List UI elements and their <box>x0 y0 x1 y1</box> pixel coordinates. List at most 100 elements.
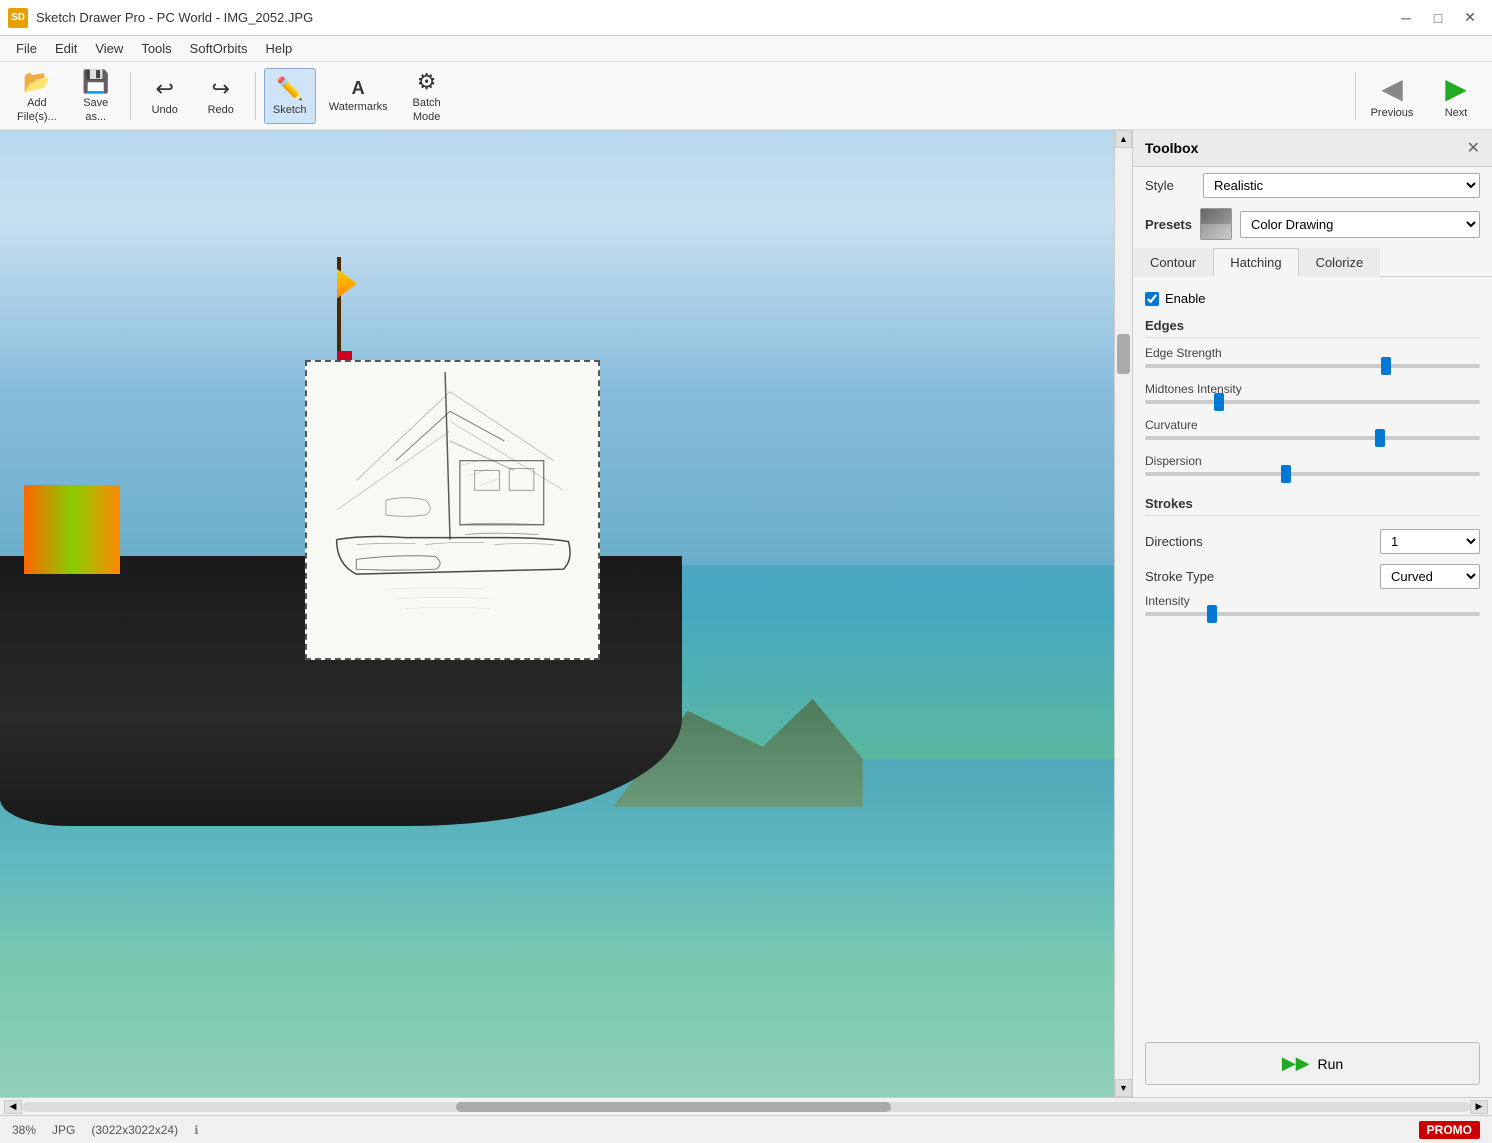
intensity-thumb[interactable] <box>1207 605 1217 623</box>
dispersion-thumb[interactable] <box>1281 465 1291 483</box>
directions-row: Directions 1 2 3 4 <box>1145 524 1480 559</box>
menu-file[interactable]: File <box>8 39 45 58</box>
tab-colorize[interactable]: Colorize <box>1299 248 1381 277</box>
scroll-up-button[interactable]: ▲ <box>1115 130 1132 148</box>
toolbox-close-button[interactable]: ✕ <box>1467 138 1480 158</box>
scroll-down-button[interactable]: ▼ <box>1115 1079 1132 1097</box>
presets-row: Presets Color Drawing Pencil Sketch Blac… <box>1133 204 1492 248</box>
main-area: ▲ ▼ Toolbox ✕ Style Realistic Cartoon Wa… <box>0 130 1492 1097</box>
presets-label: Presets <box>1145 217 1192 232</box>
app-icon: SD <box>8 8 28 28</box>
sketch-button[interactable]: ✏️ Sketch <box>264 68 316 124</box>
horizontal-scroll-area: ◀ ▶ <box>0 1097 1492 1115</box>
horizontal-scroll-thumb[interactable] <box>456 1102 890 1112</box>
add-files-label: Add <box>27 97 47 109</box>
style-select[interactable]: Realistic Cartoon Watercolor Pencil <box>1203 173 1480 198</box>
midtones-intensity-track[interactable] <box>1145 400 1480 404</box>
directions-label: Directions <box>1145 534 1203 549</box>
dispersion-track[interactable] <box>1145 472 1480 476</box>
style-row: Style Realistic Cartoon Watercolor Penci… <box>1133 167 1492 204</box>
sketch-preview[interactable] <box>305 360 600 660</box>
tab-content: Enable Edges Edge Strength Midtones Inte… <box>1133 277 1492 638</box>
canvas-area[interactable] <box>0 130 1114 1097</box>
scroll-track[interactable] <box>1115 148 1132 1079</box>
add-files-icon: 📂 <box>23 69 50 95</box>
canvas-with-scroll: ▲ ▼ <box>0 130 1132 1097</box>
boat-decor <box>24 485 120 575</box>
toolbar: 📂 Add File(s)... 💾 Save as... ↩ Undo ↪ R… <box>0 62 1492 130</box>
run-button-label: Run <box>1318 1056 1344 1072</box>
curvature-thumb[interactable] <box>1375 429 1385 447</box>
toolbox-panel: Toolbox ✕ Style Realistic Cartoon Waterc… <box>1132 130 1492 1097</box>
stroke-type-row: Stroke Type Curved Straight Wavy <box>1145 559 1480 594</box>
sketch-svg <box>307 362 598 658</box>
edge-strength-label: Edge Strength <box>1145 346 1480 360</box>
midtones-intensity-slider-row: Midtones Intensity <box>1145 382 1480 404</box>
scroll-left-button[interactable]: ◀ <box>4 1100 22 1114</box>
edge-strength-slider-row: Edge Strength <box>1145 346 1480 368</box>
run-button-row: ▶▶ Run <box>1133 1030 1492 1097</box>
title-bar-left: SD Sketch Drawer Pro - PC World - IMG_20… <box>8 8 313 28</box>
toolbox-title: Toolbox <box>1145 140 1198 156</box>
menu-tools[interactable]: Tools <box>133 39 179 58</box>
previous-icon: ◀ <box>1381 72 1403 105</box>
sketch-canvas <box>307 362 598 658</box>
status-bar: 38% JPG (3022x3022x24) ℹ PROMO <box>0 1115 1492 1143</box>
toolbar-separator-2 <box>255 72 256 120</box>
edge-strength-thumb[interactable] <box>1381 357 1391 375</box>
midtones-intensity-thumb[interactable] <box>1214 393 1224 411</box>
maximize-button[interactable]: □ <box>1424 7 1452 29</box>
stroke-type-select[interactable]: Curved Straight Wavy <box>1380 564 1480 589</box>
tab-hatching[interactable]: Hatching <box>1213 248 1298 277</box>
toolbar-right: ◀ Previous ▶ Next <box>1355 68 1484 124</box>
midtones-intensity-label: Midtones Intensity <box>1145 382 1480 396</box>
flag-yellow <box>337 269 357 299</box>
title-bar: SD Sketch Drawer Pro - PC World - IMG_20… <box>0 0 1492 36</box>
tab-contour[interactable]: Contour <box>1133 248 1213 277</box>
close-button[interactable]: ✕ <box>1456 7 1484 29</box>
undo-button[interactable]: ↩ Undo <box>139 68 191 124</box>
menu-view[interactable]: View <box>87 39 131 58</box>
watermarks-button[interactable]: A Watermarks <box>320 68 397 124</box>
minimize-button[interactable]: ─ <box>1392 7 1420 29</box>
toolbar-separator-3 <box>1355 72 1356 120</box>
batch-mode-button[interactable]: ⚙ Batch Mode <box>401 68 453 124</box>
tabs-row: Contour Hatching Colorize <box>1133 248 1492 277</box>
run-arrow-icon: ▶▶ <box>1282 1053 1310 1074</box>
directions-select[interactable]: 1 2 3 4 <box>1380 529 1480 554</box>
add-files-button[interactable]: 📂 Add File(s)... <box>8 68 66 124</box>
background-scene <box>0 130 1114 1097</box>
edge-strength-track[interactable] <box>1145 364 1480 368</box>
menu-softorbits[interactable]: SoftOrbits <box>182 39 256 58</box>
horizontal-scroll-bar[interactable] <box>22 1102 1470 1112</box>
promo-badge[interactable]: PROMO <box>1419 1121 1480 1139</box>
save-as-button[interactable]: 💾 Save as... <box>70 68 122 124</box>
intensity-track[interactable] <box>1145 612 1480 616</box>
watermarks-icon: A <box>352 78 365 99</box>
edges-section-label: Edges <box>1145 312 1480 338</box>
style-label: Style <box>1145 178 1195 193</box>
enable-checkbox[interactable] <box>1145 292 1159 306</box>
intensity-slider-row: Intensity <box>1145 594 1480 616</box>
canvas-vertical-scrollbar: ▲ ▼ <box>1114 130 1132 1097</box>
redo-button[interactable]: ↪ Redo <box>195 68 247 124</box>
previous-button[interactable]: ◀ Previous <box>1364 68 1420 124</box>
save-icon: 💾 <box>82 69 109 95</box>
batch-mode-label2: Mode <box>413 111 441 123</box>
toolbox-header: Toolbox ✕ <box>1133 130 1492 167</box>
menu-edit[interactable]: Edit <box>47 39 85 58</box>
strokes-section: Strokes Directions 1 2 3 4 Stroke Type C <box>1145 490 1480 616</box>
save-as-label2: as... <box>85 111 106 123</box>
menu-help[interactable]: Help <box>257 39 300 58</box>
presets-select[interactable]: Color Drawing Pencil Sketch Black & Whit… <box>1240 211 1480 238</box>
run-button[interactable]: ▶▶ Run <box>1145 1042 1480 1085</box>
scroll-right-button[interactable]: ▶ <box>1470 1100 1488 1114</box>
app-icon-text: SD <box>11 12 25 23</box>
intensity-label: Intensity <box>1145 594 1480 608</box>
next-button[interactable]: ▶ Next <box>1428 68 1484 124</box>
curvature-track[interactable] <box>1145 436 1480 440</box>
scroll-thumb[interactable] <box>1117 334 1130 374</box>
curvature-label: Curvature <box>1145 418 1480 432</box>
toolbox-spacer <box>1133 638 1492 1030</box>
previous-label: Previous <box>1371 107 1414 119</box>
